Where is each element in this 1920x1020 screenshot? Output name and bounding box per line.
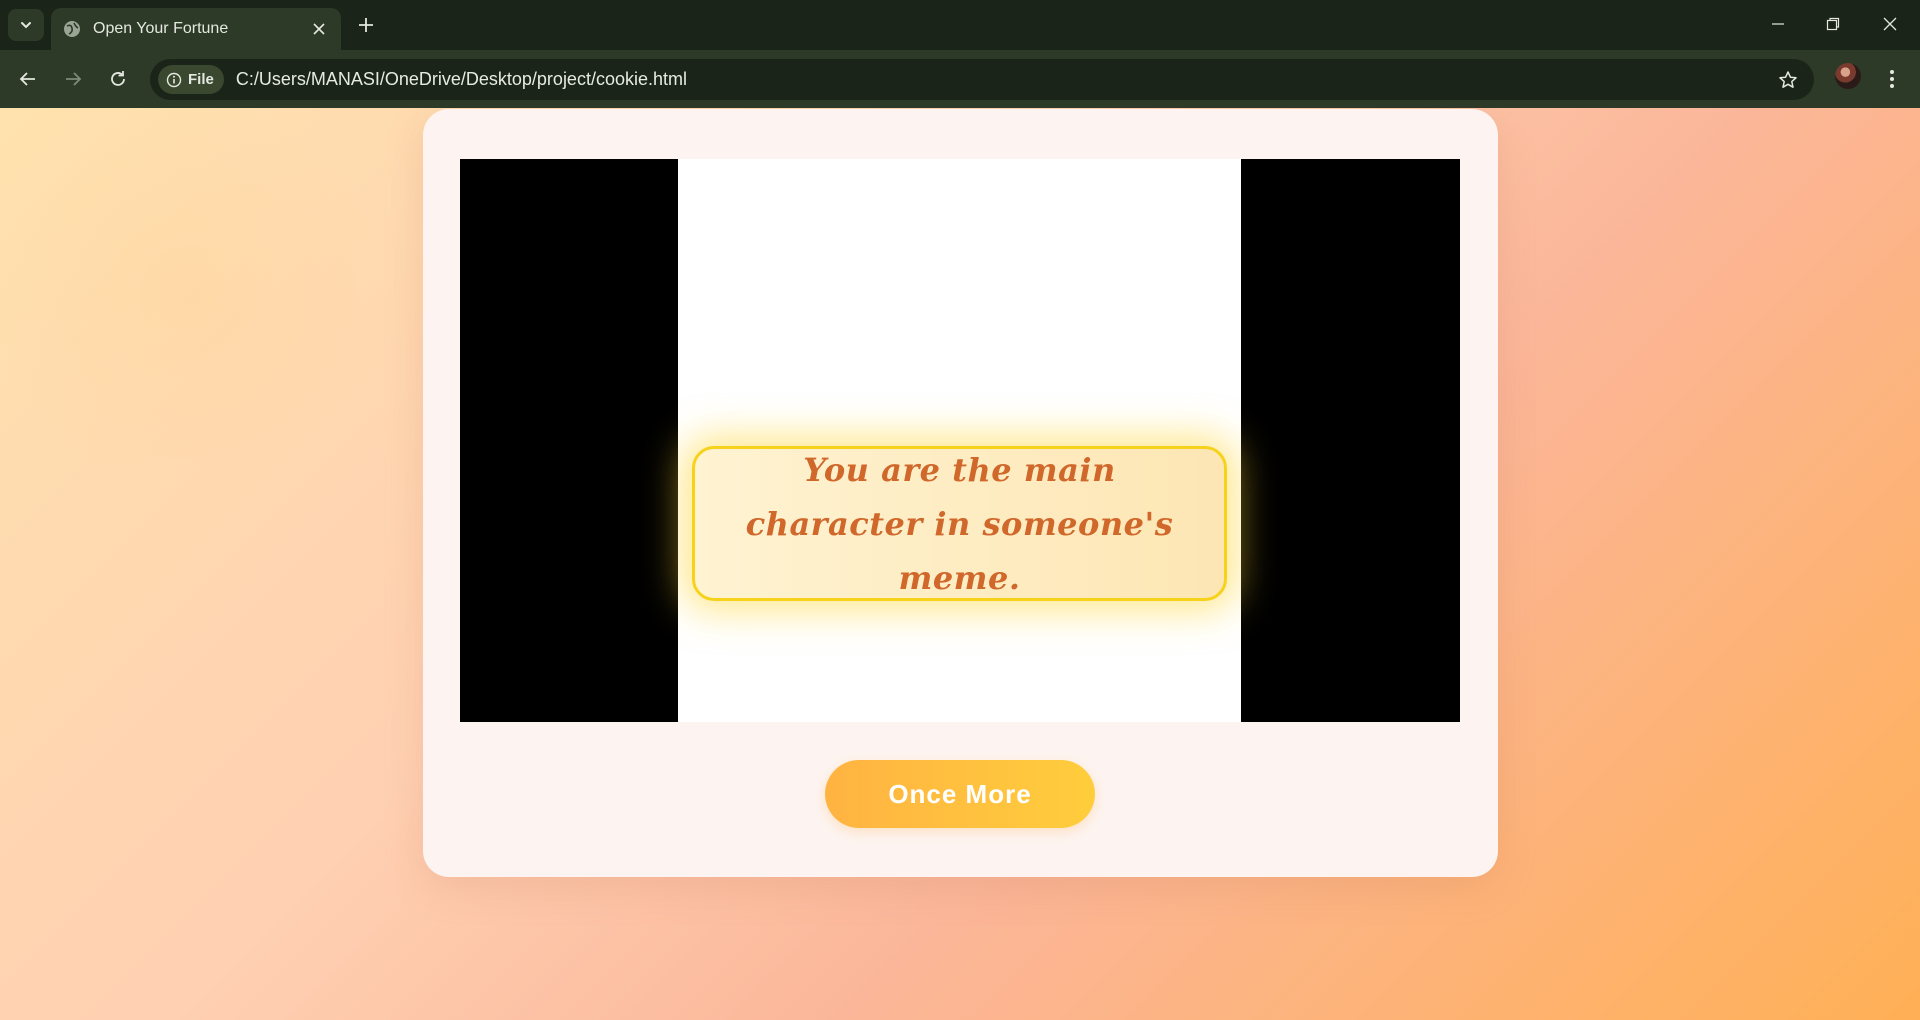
minimize-icon <box>1772 23 1784 25</box>
fortune-card: You are the main character in someone's … <box>423 109 1498 877</box>
restore-icon <box>1826 17 1840 31</box>
forward-button[interactable] <box>59 65 87 93</box>
site-info-chip[interactable]: File <box>158 65 224 94</box>
bookmark-button[interactable] <box>1776 68 1800 92</box>
arrow-left-icon <box>19 72 35 86</box>
new-tab-button[interactable] <box>352 11 380 39</box>
reload-button[interactable] <box>104 65 132 93</box>
more-vertical-icon <box>1890 70 1894 88</box>
globe-icon <box>63 20 81 38</box>
page-viewport: You are the main character in someone's … <box>0 108 1920 1020</box>
url-text[interactable]: C:/Users/MANASI/OneDrive/Desktop/project… <box>236 69 687 90</box>
fortune-message-box: You are the main character in someone's … <box>692 446 1227 601</box>
arrow-right-icon <box>66 72 82 86</box>
reload-icon <box>111 71 125 86</box>
profile-avatar[interactable] <box>1835 63 1861 89</box>
tab-search-button[interactable] <box>8 9 44 41</box>
minimize-button[interactable] <box>1760 10 1796 38</box>
chevron-down-icon <box>21 22 31 29</box>
address-bar[interactable]: File C:/Users/MANASI/OneDrive/Desktop/pr… <box>150 59 1814 100</box>
fortune-message: You are the main character in someone's … <box>745 450 1174 597</box>
info-icon <box>166 72 182 87</box>
browser-menu-button[interactable] <box>1880 65 1904 93</box>
video-frame <box>678 159 1241 722</box>
browser-tab[interactable]: Open Your Fortune <box>51 8 341 50</box>
tab-title: Open Your Fortune <box>93 20 229 37</box>
close-window-button[interactable] <box>1872 10 1908 38</box>
once-more-button[interactable]: Once More <box>825 760 1095 828</box>
site-info-label: File <box>188 71 214 88</box>
restore-button[interactable] <box>1815 10 1851 38</box>
close-tab-icon[interactable] <box>309 19 329 39</box>
browser-titlebar: Open Your Fortune <box>0 0 1920 50</box>
star-icon <box>1779 71 1797 88</box>
plus-icon <box>359 18 373 32</box>
fortune-video-player[interactable]: You are the main character in someone's … <box>460 159 1460 722</box>
browser-toolbar: File C:/Users/MANASI/OneDrive/Desktop/pr… <box>0 50 1920 108</box>
close-icon <box>1883 17 1897 31</box>
back-button[interactable] <box>14 65 42 93</box>
